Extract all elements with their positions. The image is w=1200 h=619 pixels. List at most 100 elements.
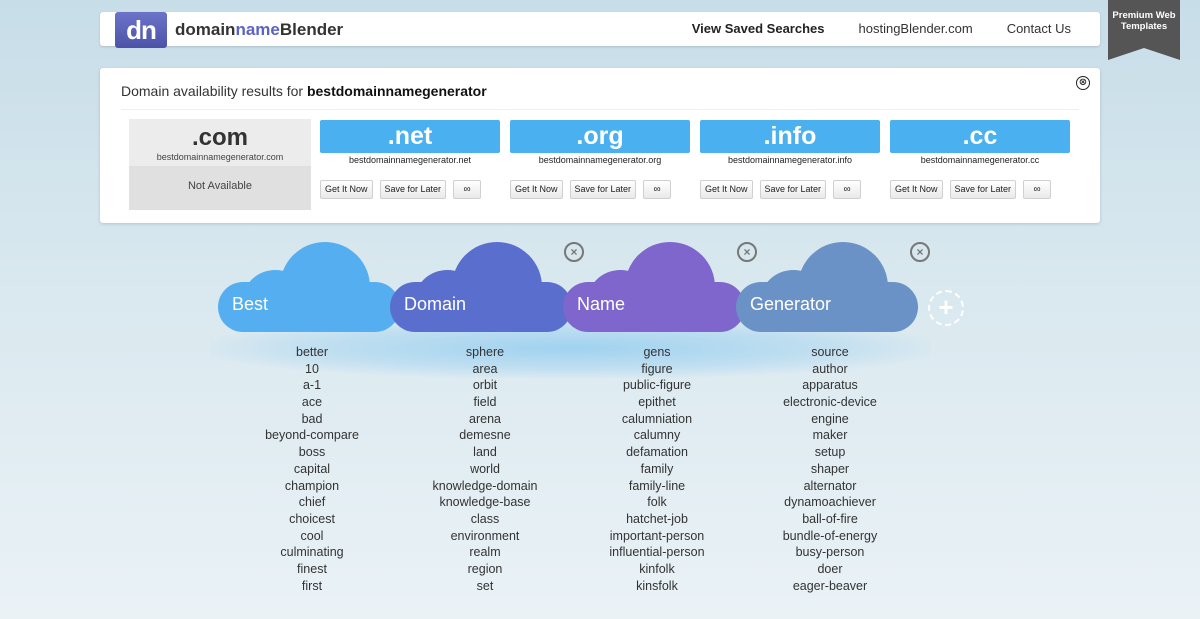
word-item[interactable]: family-line <box>567 478 747 495</box>
word-item[interactable]: cool <box>222 528 402 545</box>
word-item[interactable]: culminating <box>222 544 402 561</box>
word-item[interactable]: chief <box>222 494 402 511</box>
word-item[interactable]: busy-person <box>740 544 920 561</box>
logo-text[interactable]: domainnameBlender <box>175 20 343 40</box>
word-item[interactable]: region <box>395 561 575 578</box>
word-item[interactable]: epithet <box>567 394 747 411</box>
link-icon[interactable]: ∞ <box>453 180 482 199</box>
results-query: bestdomainnamegenerator <box>306 83 487 99</box>
word-item[interactable]: better <box>222 344 402 361</box>
word-item[interactable]: gens <box>567 344 747 361</box>
cloud-label[interactable]: Generator <box>750 294 831 315</box>
keyword-cloud-name[interactable]: Name × <box>563 242 757 340</box>
word-item[interactable]: important-person <box>567 528 747 545</box>
word-item[interactable]: demesne <box>395 427 575 444</box>
word-item[interactable]: sphere <box>395 344 575 361</box>
word-item[interactable]: public-figure <box>567 377 747 394</box>
word-item[interactable]: orbit <box>395 377 575 394</box>
word-item[interactable]: source <box>740 344 920 361</box>
close-icon[interactable]: × <box>910 242 930 262</box>
logo-part-name: name <box>235 20 280 39</box>
word-item[interactable]: maker <box>740 427 920 444</box>
word-item[interactable]: hatchet-job <box>567 511 747 528</box>
word-item[interactable]: author <box>740 361 920 378</box>
word-item[interactable]: defamation <box>567 444 747 461</box>
word-item[interactable]: a-1 <box>222 377 402 394</box>
word-item[interactable]: class <box>395 511 575 528</box>
results-panel: Domain availability results for bestdoma… <box>100 68 1100 223</box>
tld-ext[interactable]: .net <box>320 120 500 153</box>
word-item[interactable]: first <box>222 578 402 595</box>
link-icon[interactable]: ∞ <box>643 180 672 199</box>
link-icon[interactable]: ∞ <box>1023 180 1052 199</box>
word-item[interactable]: electronic-device <box>740 394 920 411</box>
get-it-now-button[interactable]: Get It Now <box>890 180 943 199</box>
word-item[interactable]: arena <box>395 411 575 428</box>
word-item[interactable]: knowledge-base <box>395 494 575 511</box>
word-item[interactable]: finest <box>222 561 402 578</box>
word-item[interactable]: calumny <box>567 427 747 444</box>
save-for-later-button[interactable]: Save for Later <box>379 180 447 199</box>
word-item[interactable]: ace <box>222 394 402 411</box>
keyword-cloud-domain[interactable]: Domain × <box>390 242 584 340</box>
word-item[interactable]: champion <box>222 478 402 495</box>
word-item[interactable]: kinfolk <box>567 561 747 578</box>
tld-ext[interactable]: .info <box>700 120 880 153</box>
keyword-cloud-generator[interactable]: Generator × <box>736 242 930 340</box>
word-item[interactable]: bad <box>222 411 402 428</box>
word-item[interactable]: field <box>395 394 575 411</box>
word-item[interactable]: beyond-compare <box>222 427 402 444</box>
tld-ext[interactable]: .cc <box>890 120 1070 153</box>
word-item[interactable]: doer <box>740 561 920 578</box>
word-item[interactable]: choicest <box>222 511 402 528</box>
add-keyword-icon[interactable]: + <box>928 290 964 326</box>
word-item[interactable]: world <box>395 461 575 478</box>
word-item[interactable]: alternator <box>740 478 920 495</box>
cloud-label[interactable]: Best <box>232 294 268 315</box>
word-item[interactable]: bundle-of-energy <box>740 528 920 545</box>
nav-contact-us[interactable]: Contact Us <box>1007 21 1071 36</box>
cloud-label[interactable]: Name <box>577 294 625 315</box>
get-it-now-button[interactable]: Get It Now <box>700 180 753 199</box>
close-icon[interactable]: ⊗ <box>1076 76 1090 90</box>
word-item[interactable]: set <box>395 578 575 595</box>
word-list-generator: source author apparatus electronic-device en… <box>740 344 920 594</box>
save-for-later-button[interactable]: Save for Later <box>759 180 827 199</box>
word-item[interactable]: ball-of-fire <box>740 511 920 528</box>
word-item[interactable]: influential-person <box>567 544 747 561</box>
word-item[interactable]: 10 <box>222 361 402 378</box>
nav-hosting-blender[interactable]: hostingBlender.com <box>859 21 973 36</box>
keyword-cloud-best[interactable]: Best <box>218 242 400 340</box>
word-item[interactable]: capital <box>222 461 402 478</box>
get-it-now-button[interactable]: Get It Now <box>510 180 563 199</box>
nav-view-saved-searches[interactable]: View Saved Searches <box>692 21 825 36</box>
word-item[interactable]: eager-beaver <box>740 578 920 595</box>
word-item[interactable]: dynamoachiever <box>740 494 920 511</box>
word-item[interactable]: figure <box>567 361 747 378</box>
word-item[interactable]: boss <box>222 444 402 461</box>
word-item[interactable]: kinsfolk <box>567 578 747 595</box>
link-icon[interactable]: ∞ <box>833 180 862 199</box>
word-item[interactable]: knowledge-domain <box>395 478 575 495</box>
tld-card-org: .org bestdomainnamegenerator.org Get It … <box>510 120 690 199</box>
word-item[interactable]: family <box>567 461 747 478</box>
premium-templates-ribbon[interactable]: Premium Web Templates <box>1108 0 1180 60</box>
word-item[interactable]: shaper <box>740 461 920 478</box>
tld-ext[interactable]: .org <box>510 120 690 153</box>
word-item[interactable]: apparatus <box>740 377 920 394</box>
save-for-later-button[interactable]: Save for Later <box>569 180 637 199</box>
results-heading: Domain availability results for bestdoma… <box>121 83 487 99</box>
logo-icon[interactable]: dn <box>115 12 167 48</box>
word-item[interactable]: realm <box>395 544 575 561</box>
word-item[interactable]: folk <box>567 494 747 511</box>
word-item[interactable]: area <box>395 361 575 378</box>
word-item[interactable]: land <box>395 444 575 461</box>
word-item[interactable]: setup <box>740 444 920 461</box>
tld-domain: bestdomainnamegenerator.net <box>348 155 472 165</box>
get-it-now-button[interactable]: Get It Now <box>320 180 373 199</box>
cloud-label[interactable]: Domain <box>404 294 466 315</box>
word-item[interactable]: environment <box>395 528 575 545</box>
save-for-later-button[interactable]: Save for Later <box>949 180 1017 199</box>
word-item[interactable]: calumniation <box>567 411 747 428</box>
word-item[interactable]: engine <box>740 411 920 428</box>
